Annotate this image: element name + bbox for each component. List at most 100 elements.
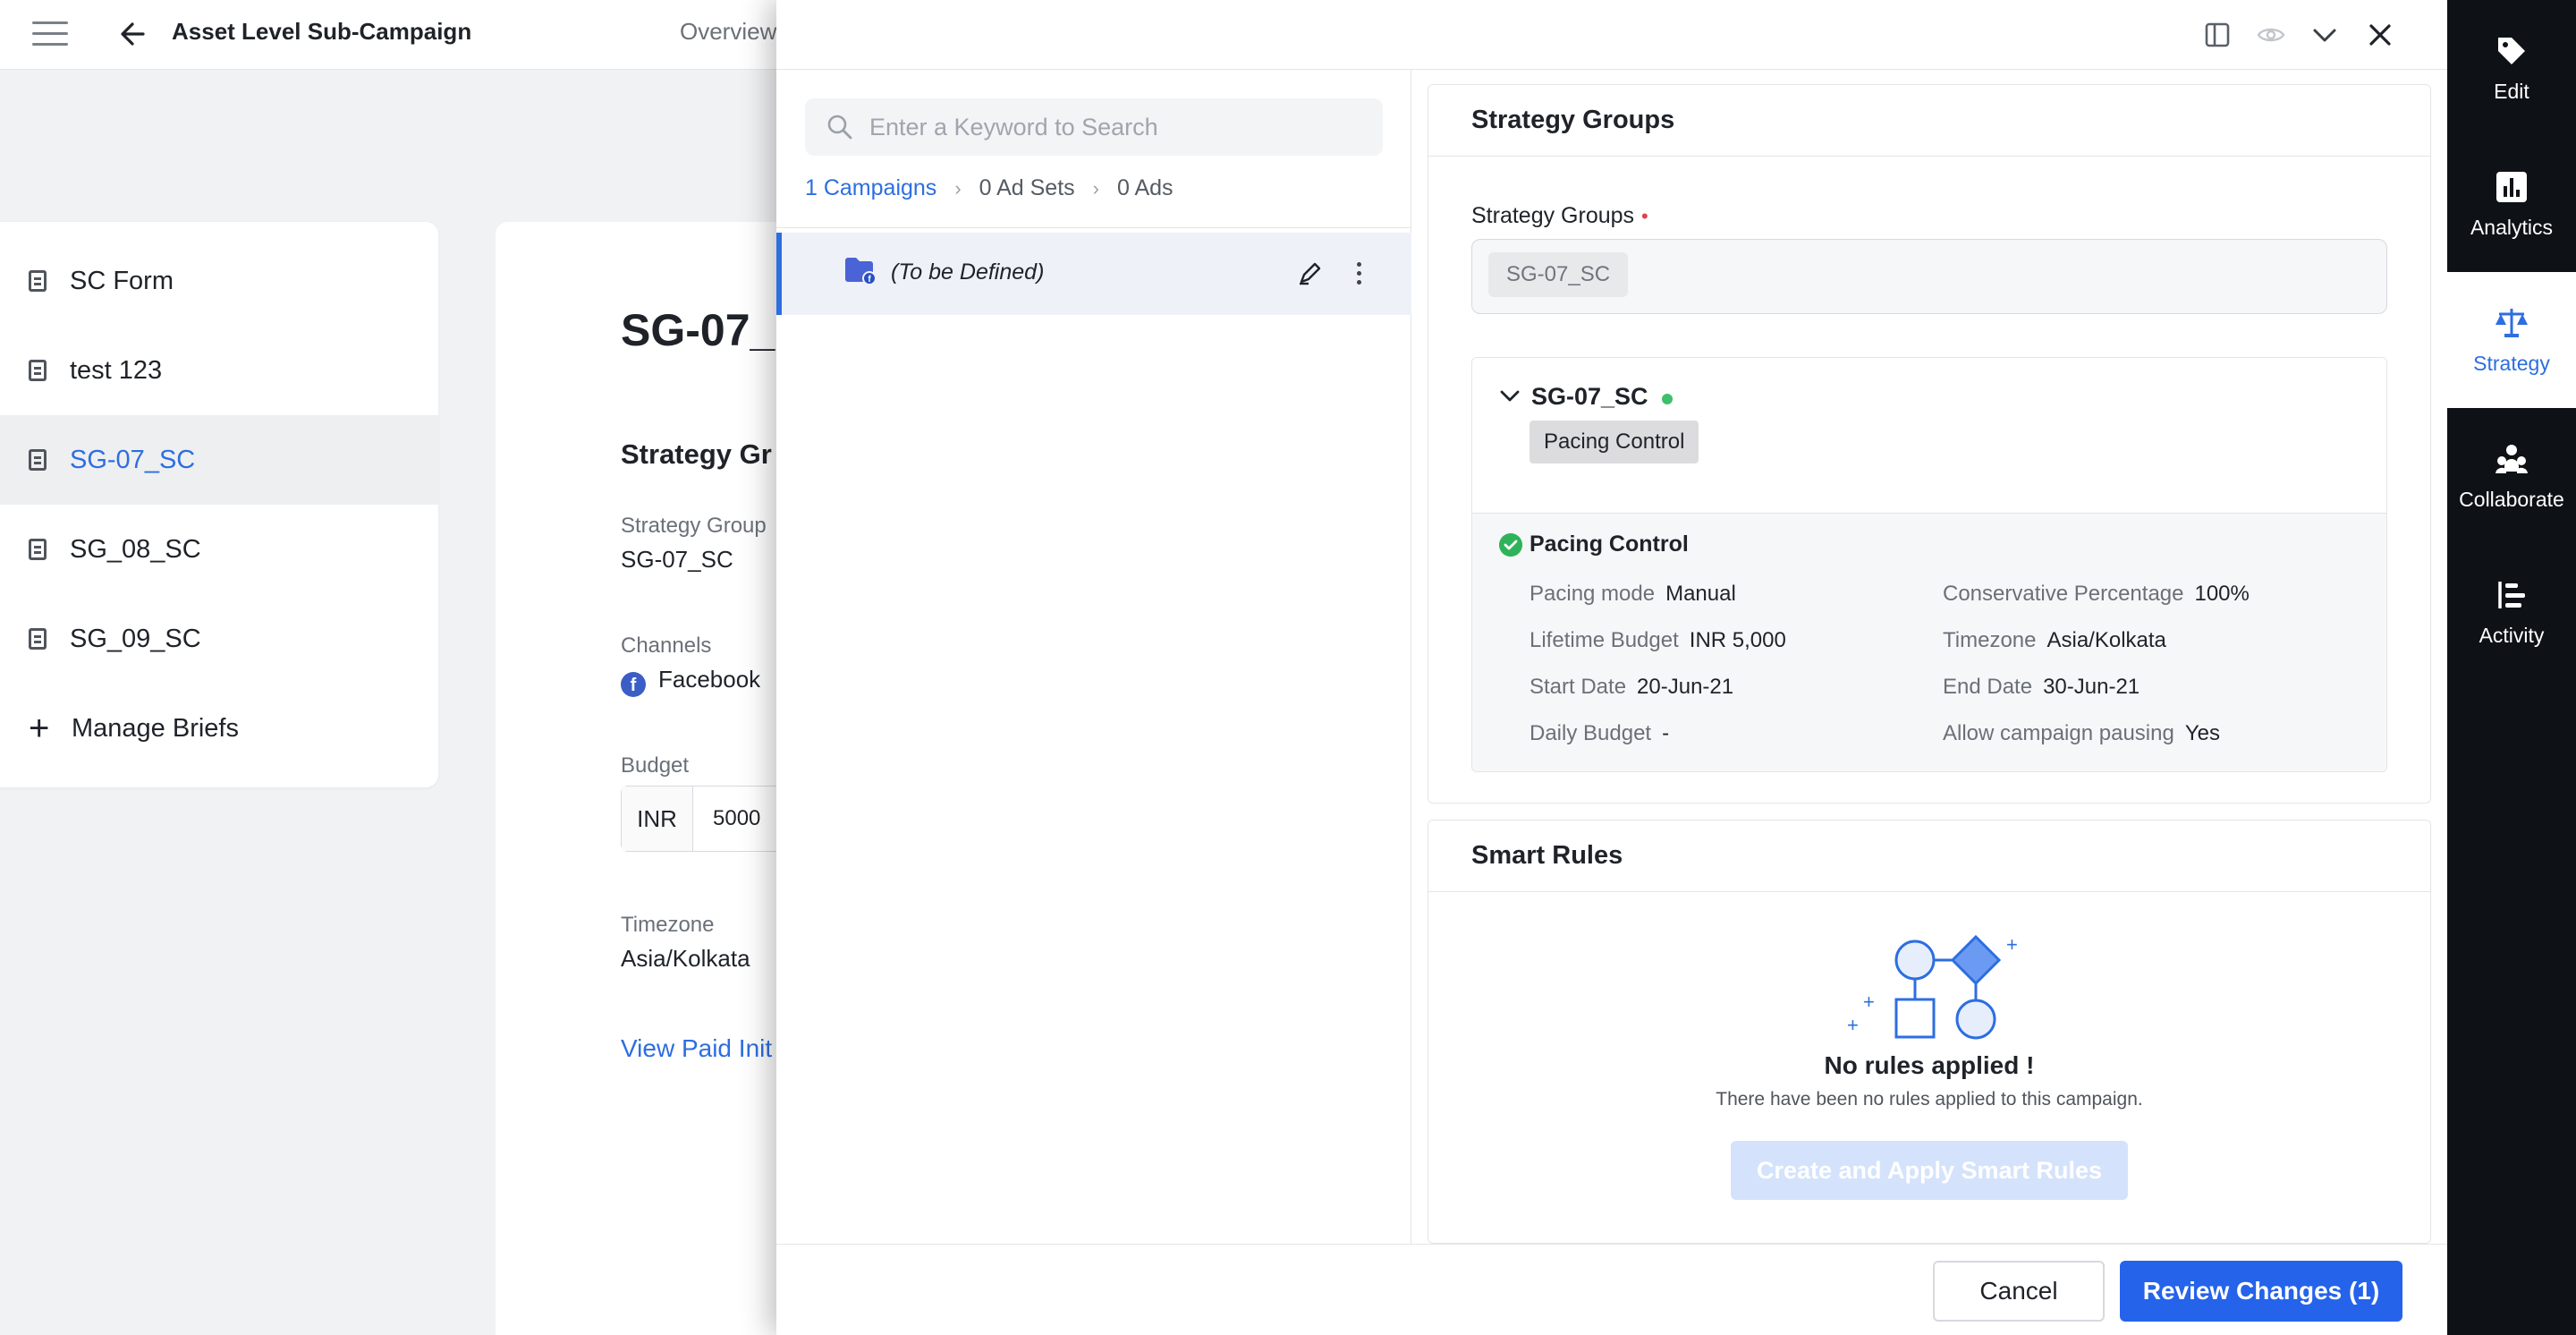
- search-icon: [827, 115, 852, 140]
- campaign-tree-pane: 1 Campaigns › 0 Ad Sets › 0 Ads f (To be…: [776, 70, 1411, 1244]
- campaign-row[interactable]: f (To be Defined): [776, 233, 1411, 315]
- close-icon[interactable]: [2365, 20, 2395, 50]
- drawer-footer: Cancel Review Changes (1): [776, 1244, 2447, 1335]
- strategy-group-panel: SG-07_SC Pacing Control Pacing Control P…: [1471, 357, 2387, 772]
- strategy-pane: Strategy Groups Strategy Groups • SG-07_S…: [1411, 70, 2447, 1244]
- brief-item-label: SG_09_SC: [70, 624, 201, 653]
- svg-text:+: +: [1847, 1014, 1859, 1036]
- breadcrumb-campaigns[interactable]: 1 Campaigns: [805, 175, 936, 201]
- channel-value: f Facebook: [621, 666, 760, 697]
- brief-item-sc-form[interactable]: SC Form: [0, 236, 438, 326]
- pacing-control-details: Pacing Control Pacing mode Manual Conserv…: [1472, 514, 2386, 771]
- required-marker: •: [1641, 205, 1648, 227]
- smart-rules-empty-state: + + + No rules applied ! There have been…: [1428, 892, 2430, 1241]
- budget-currency: INR: [622, 787, 693, 851]
- strategy-group-header[interactable]: SG-07_SC Pacing Control: [1472, 358, 2386, 514]
- campaign-name: (To be Defined): [891, 259, 1045, 285]
- chevron-right-icon: ›: [954, 176, 962, 200]
- allow-campaign-pausing-field: Allow campaign pausing Yes: [1943, 721, 2220, 746]
- strategy-groups-select[interactable]: SG-07_SC: [1471, 239, 2387, 314]
- field-key: Pacing mode: [1530, 582, 1656, 606]
- strategy-group-label: Strategy Group: [621, 514, 767, 538]
- brief-item-label: SG_08_SC: [70, 534, 201, 564]
- field-value: Yes: [2184, 721, 2220, 745]
- rail-item-analytics[interactable]: Analytics: [2447, 136, 2576, 272]
- eye-icon[interactable]: [2256, 20, 2286, 50]
- people-icon: [2494, 441, 2529, 477]
- pencil-icon[interactable]: [1295, 258, 1326, 288]
- strategy-drawer: 1 Campaigns › 0 Ad Sets › 0 Ads f (To be…: [776, 0, 2447, 1335]
- conservative-percentage-field: Conservative Percentage 100%: [1943, 582, 2250, 607]
- budget-amount: 5000: [713, 806, 761, 830]
- field-value: Manual: [1665, 582, 1736, 606]
- clipboard-icon: [29, 449, 47, 471]
- divider: [776, 227, 1411, 228]
- create-smart-rules-button[interactable]: Create and Apply Smart Rules: [1731, 1141, 2128, 1200]
- brief-item-label: SC Form: [70, 266, 174, 295]
- hamburger-menu-icon[interactable]: [32, 21, 68, 48]
- rail-item-collaborate[interactable]: Collaborate: [2447, 408, 2576, 544]
- cancel-button[interactable]: Cancel: [1933, 1261, 2105, 1322]
- rail-item-strategy[interactable]: Strategy: [2447, 272, 2576, 408]
- pacing-control-title: Pacing Control: [1530, 531, 1689, 557]
- field-key: Allow campaign pausing: [1943, 721, 2174, 745]
- rail-item-edit[interactable]: Edit: [2447, 0, 2576, 136]
- field-value: INR 5,000: [1689, 628, 1786, 652]
- chevron-right-icon: ›: [1092, 176, 1099, 200]
- drawer-toolbar: [776, 0, 2447, 70]
- brief-item-sg-08-sc[interactable]: SG_08_SC: [0, 505, 438, 594]
- brief-item-sg-07-sc[interactable]: SG-07_SC: [0, 415, 438, 505]
- pacing-mode-field: Pacing mode Manual: [1530, 582, 1736, 607]
- keyword-search[interactable]: [805, 98, 1383, 156]
- start-date-field: Start Date 20-Jun-21: [1530, 675, 1733, 700]
- clipboard-icon: [29, 628, 47, 650]
- pacing-control-tag: Pacing Control: [1530, 421, 1699, 463]
- empty-state-title: No rules applied !: [1824, 1051, 2035, 1079]
- facebook-icon: f: [621, 672, 646, 697]
- rules-illustration-icon: + + +: [1847, 933, 2018, 1040]
- field-key: End Date: [1943, 675, 2033, 699]
- tag-icon: [2494, 33, 2529, 69]
- breadcrumb-ads[interactable]: 0 Ads: [1117, 175, 1174, 201]
- field-key: Daily Budget: [1530, 721, 1652, 745]
- status-dot: [1662, 394, 1673, 404]
- view-paid-initiative-link[interactable]: View Paid Init: [621, 1034, 772, 1063]
- back-arrow-icon[interactable]: [116, 16, 152, 52]
- search-input[interactable]: [869, 113, 1370, 141]
- daily-budget-field: Daily Budget -: [1530, 721, 1669, 746]
- breadcrumb: 1 Campaigns › 0 Ad Sets › 0 Ads: [805, 175, 1174, 201]
- plus-icon: +: [29, 709, 50, 748]
- facebook-folder-icon: f: [845, 258, 877, 285]
- clipboard-icon: [29, 539, 47, 560]
- empty-state-subtitle: There have been no rules applied to this…: [1716, 1089, 2143, 1110]
- chevron-down-icon[interactable]: [1499, 385, 1521, 406]
- breadcrumb-ad-sets[interactable]: 0 Ad Sets: [979, 175, 1075, 201]
- svg-text:+: +: [1863, 991, 1875, 1013]
- timezone-value: Asia/Kolkata: [621, 945, 750, 972]
- rail-item-label: Analytics: [2470, 215, 2554, 239]
- tab-overview[interactable]: Overview: [680, 18, 776, 46]
- section-heading: Strategy Gr: [621, 438, 772, 470]
- field-label-text: Strategy Groups: [1471, 203, 1635, 228]
- manage-briefs-button[interactable]: + Manage Briefs: [0, 684, 438, 773]
- strategy-groups-card: Strategy Groups Strategy Groups • SG-07_S…: [1428, 84, 2431, 804]
- strategy-group-name: SG-07_SC: [1531, 383, 1648, 410]
- split-view-icon[interactable]: [2202, 20, 2233, 50]
- activity-icon: [2494, 577, 2529, 613]
- brief-item-test-123[interactable]: test 123: [0, 326, 438, 415]
- lifetime-budget-field: Lifetime Budget INR 5,000: [1530, 628, 1786, 653]
- more-options-icon[interactable]: [1343, 258, 1374, 288]
- rail-item-label: Edit: [2494, 79, 2529, 103]
- channels-label: Channels: [621, 633, 712, 658]
- rail-item-activity[interactable]: Activity: [2447, 544, 2576, 680]
- brief-item-label: test 123: [70, 355, 163, 385]
- timezone-field: Timezone Asia/Kolkata: [1943, 628, 2166, 653]
- smart-rules-card: Smart Rules + + + No rules applied ! The…: [1428, 820, 2431, 1244]
- field-key: Timezone: [1943, 628, 2037, 652]
- review-changes-button[interactable]: Review Changes (1): [2120, 1261, 2402, 1322]
- chevron-down-icon[interactable]: [2309, 20, 2340, 50]
- timezone-label: Timezone: [621, 913, 715, 937]
- right-rail: Edit Analytics Strategy Collaborate Acti…: [2447, 0, 2576, 1335]
- brief-item-sg-09-sc[interactable]: SG_09_SC: [0, 594, 438, 684]
- field-value: -: [1662, 721, 1670, 745]
